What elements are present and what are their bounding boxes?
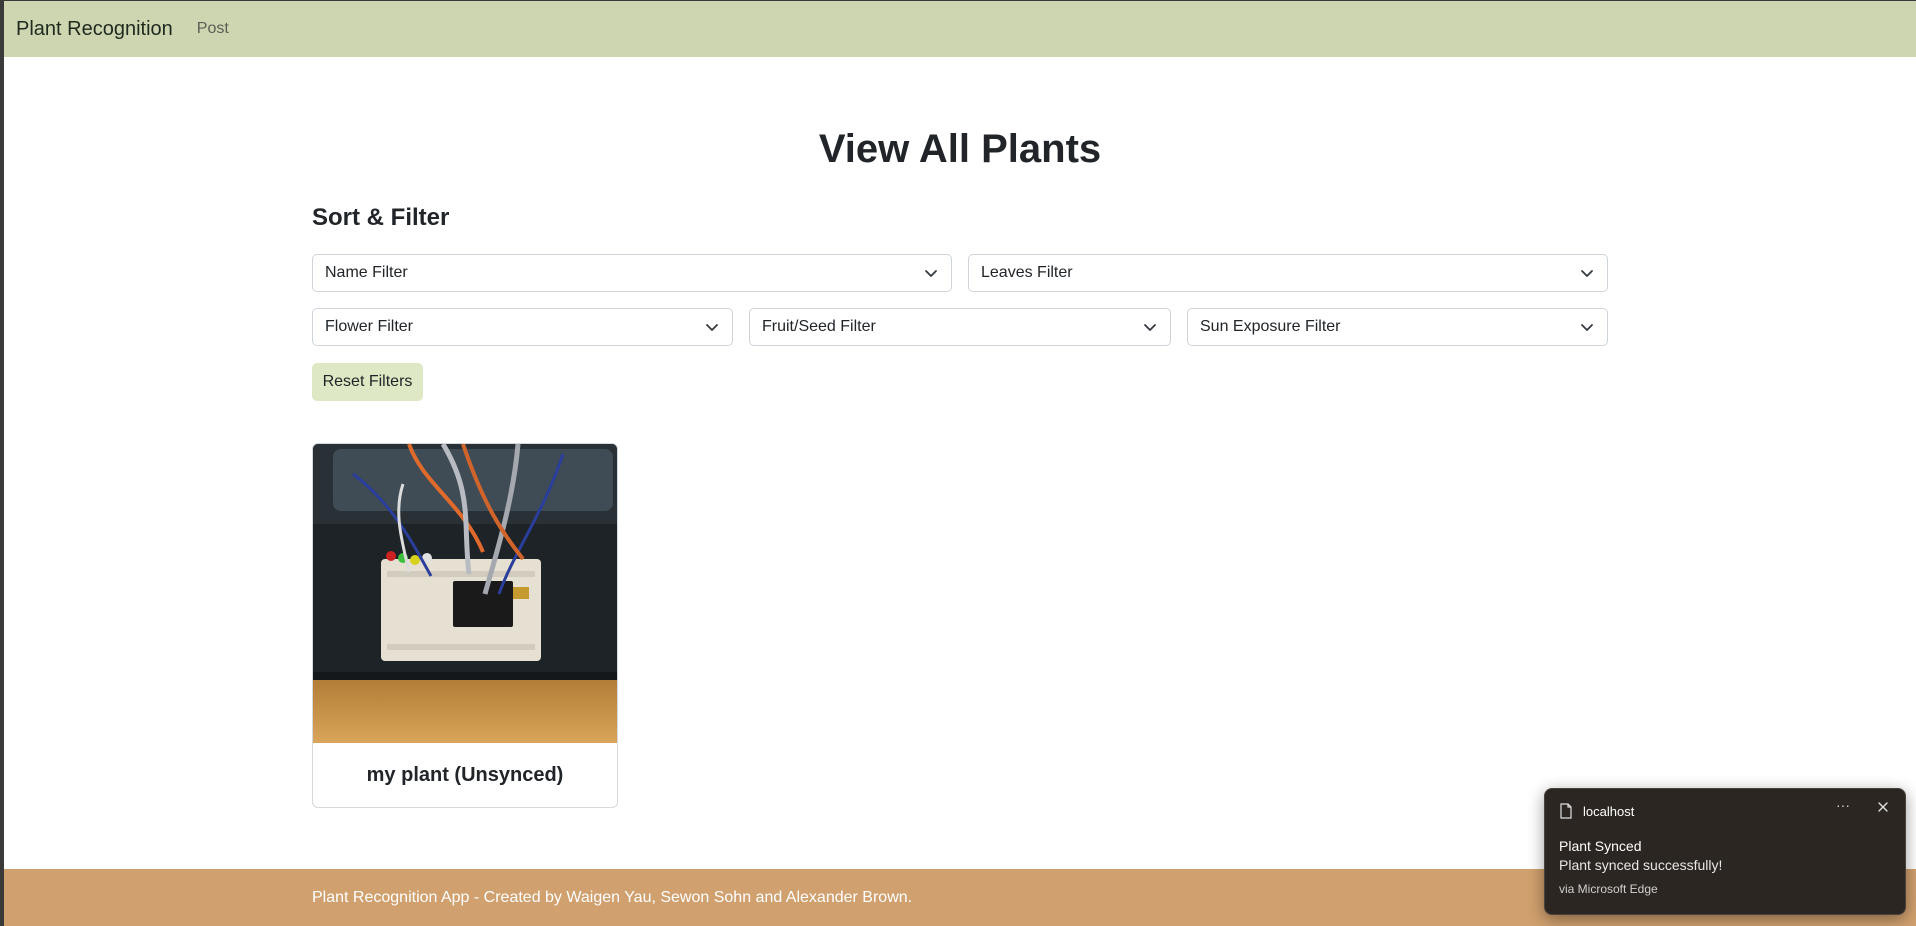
reset-filters-button[interactable]: Reset Filters — [312, 363, 423, 401]
plant-card-title: my plant (Unsynced) — [366, 764, 564, 786]
notification-header: localhost — [1559, 801, 1634, 821]
chevron-down-icon — [1144, 324, 1156, 331]
sun-exposure-filter-select[interactable]: Sun Exposure Filter — [1187, 308, 1608, 346]
notification-source: localhost — [1583, 803, 1635, 819]
sort-filter-heading: Sort & Filter — [312, 204, 450, 231]
notification-title: Plant Synced — [1559, 838, 1642, 854]
leaves-filter-select[interactable]: Leaves Filter — [968, 254, 1608, 292]
page-title: View All Plants — [818, 127, 1102, 171]
fruit-seed-filter-select[interactable]: Fruit/Seed Filter — [749, 308, 1171, 346]
flower-filter-label: Flower Filter — [325, 318, 414, 335]
footer-text: Plant Recognition App - Created by Waige… — [312, 888, 913, 906]
notification-message: Plant synced successfully! — [1559, 857, 1723, 873]
sun-exposure-filter-label: Sun Exposure Filter — [1200, 318, 1341, 335]
nav-link-post[interactable]: Post — [197, 20, 229, 38]
flower-filter-select[interactable]: Flower Filter — [312, 308, 733, 346]
file-icon — [1560, 803, 1572, 819]
chevron-down-icon — [1581, 270, 1593, 277]
name-filter-label: Name Filter — [325, 264, 408, 281]
notification-toast[interactable]: localhost ··· Plant Synced Plant synced … — [1544, 788, 1906, 915]
navbar-brand[interactable]: Plant Recognition — [16, 18, 173, 41]
close-icon[interactable] — [1873, 797, 1893, 817]
leaves-filter-label: Leaves Filter — [981, 264, 1073, 281]
plant-photo — [313, 444, 617, 743]
more-options-icon[interactable]: ··· — [1833, 797, 1853, 817]
chevron-down-icon — [1581, 324, 1593, 331]
name-filter-select[interactable]: Name Filter — [312, 254, 952, 292]
chevron-down-icon — [925, 270, 937, 277]
notification-via: via Microsoft Edge — [1559, 882, 1658, 896]
fruit-seed-filter-label: Fruit/Seed Filter — [762, 318, 876, 335]
browser-viewport: Plant Recognition Post View All Plants S… — [4, 1, 1916, 926]
plant-card[interactable]: my plant (Unsynced) — [312, 443, 618, 808]
navbar: Plant Recognition Post — [4, 1, 1916, 57]
chevron-down-icon — [706, 324, 718, 331]
